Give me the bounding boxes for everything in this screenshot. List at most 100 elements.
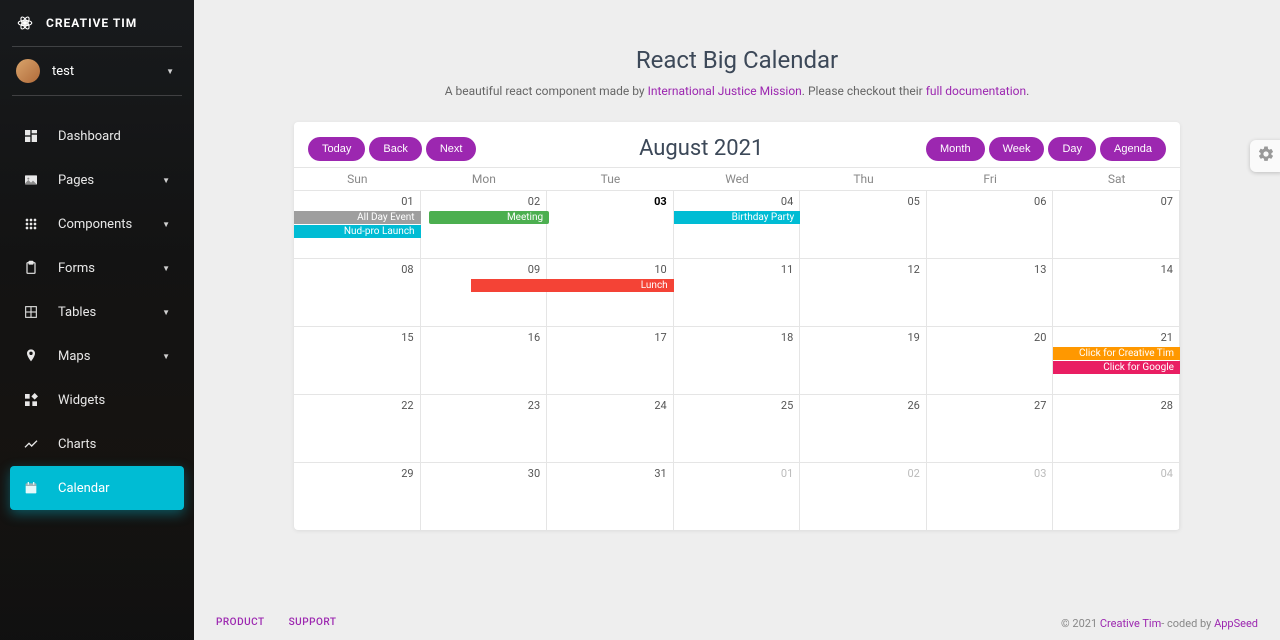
main: React Big Calendar A beautiful react com… <box>194 0 1280 640</box>
calendar-day[interactable]: 05 <box>800 191 927 258</box>
calendar-day[interactable]: 02 <box>800 463 927 530</box>
back-button[interactable]: Back <box>369 137 421 161</box>
dow-cell: Tue <box>547 168 674 190</box>
calendar-day[interactable]: 03 <box>547 191 674 258</box>
calendar-weeks: 01020304050607All Day EventMeetingNud-pr… <box>294 190 1180 530</box>
footer-link-product[interactable]: PRODUCT <box>216 617 265 630</box>
chevron-down-icon: ▼ <box>162 352 170 361</box>
calendar-day[interactable]: 25 <box>674 395 801 462</box>
sidebar-item-label: Widgets <box>58 393 105 408</box>
sidebar-item-maps[interactable]: Maps▼ <box>10 334 184 378</box>
day-of-week-header: SunMonTueWedThuFriSat <box>294 168 1180 190</box>
sidebar-item-charts[interactable]: Charts <box>10 422 184 466</box>
calendar-event[interactable]: Click for Google <box>1053 361 1180 374</box>
brand[interactable]: CREATIVE TIM <box>10 14 184 46</box>
subtitle-text: . <box>1026 84 1029 98</box>
sidebar-item-label: Charts <box>58 437 96 452</box>
chevron-down-icon: ▼ <box>162 308 170 317</box>
calendar-day[interactable]: 23 <box>421 395 548 462</box>
calendar-day[interactable]: 20 <box>927 327 1054 394</box>
today-button[interactable]: Today <box>308 137 365 161</box>
calendar-toolbar: Today Back Next August 2021 Month Week D… <box>294 136 1180 167</box>
user-menu[interactable]: test ▼ <box>10 47 184 95</box>
week-button[interactable]: Week <box>989 137 1045 161</box>
apps-icon <box>22 215 40 233</box>
calendar-day[interactable]: 12 <box>800 259 927 326</box>
calendar-day[interactable]: 07 <box>1053 191 1180 258</box>
calendar-event[interactable]: Birthday Party <box>674 211 801 224</box>
agenda-button[interactable]: Agenda <box>1100 137 1166 161</box>
calendar-day[interactable]: 08 <box>294 259 421 326</box>
calendar-day[interactable]: 28 <box>1053 395 1180 462</box>
chart-icon <box>22 435 40 453</box>
calendar-week: 15161718192021Click for Creative TimClic… <box>294 326 1180 394</box>
calendar-event[interactable]: Click for Creative Tim <box>1053 347 1180 360</box>
calendar-day[interactable]: 27 <box>927 395 1054 462</box>
view-buttons: Month Week Day Agenda <box>926 137 1166 161</box>
calendar-week: 01020304050607All Day EventMeetingNud-pr… <box>294 190 1180 258</box>
chevron-down-icon: ▼ <box>166 67 174 76</box>
calendar-day[interactable]: 02 <box>421 191 548 258</box>
sidebar-item-components[interactable]: Components▼ <box>10 202 184 246</box>
calendar-card: Today Back Next August 2021 Month Week D… <box>294 122 1180 530</box>
calendar-event[interactable]: Meeting <box>429 211 550 224</box>
calendar-day[interactable]: 04 <box>674 191 801 258</box>
calendar-day[interactable]: 06 <box>927 191 1054 258</box>
calendar-day[interactable]: 15 <box>294 327 421 394</box>
calendar-event[interactable]: All Day Event <box>294 211 421 224</box>
avatar <box>16 59 40 83</box>
subtitle-link-docs[interactable]: full documentation <box>926 84 1026 98</box>
calendar-day[interactable]: 29 <box>294 463 421 530</box>
calendar-event[interactable]: Nud-pro Launch <box>294 225 421 238</box>
sidebar-item-dashboard[interactable]: Dashboard <box>10 114 184 158</box>
calendar-day[interactable]: 31 <box>547 463 674 530</box>
sidebar-item-pages[interactable]: Pages▼ <box>10 158 184 202</box>
day-button[interactable]: Day <box>1048 137 1096 161</box>
footer-link-appseed[interactable]: AppSeed <box>1214 617 1258 630</box>
user-name: test <box>52 64 74 79</box>
calendar-day[interactable]: 17 <box>547 327 674 394</box>
footer-link-creative-tim[interactable]: Creative Tim <box>1100 617 1161 630</box>
sidebar-item-tables[interactable]: Tables▼ <box>10 290 184 334</box>
subtitle-link-ijm[interactable]: International Justice Mission <box>648 84 802 98</box>
sidebar-item-label: Pages <box>58 173 94 188</box>
footer-link-support[interactable]: SUPPORT <box>289 617 337 630</box>
month-button[interactable]: Month <box>926 137 985 161</box>
calendar-day[interactable]: 04 <box>1053 463 1180 530</box>
content: React Big Calendar A beautiful react com… <box>194 0 1280 607</box>
calendar-day[interactable]: 03 <box>927 463 1054 530</box>
calendar-day[interactable]: 13 <box>927 259 1054 326</box>
calendar-day[interactable]: 01 <box>674 463 801 530</box>
footer-copyright: © 2021 Creative Tim- coded by AppSeed <box>1061 617 1258 630</box>
pin-icon <box>22 347 40 365</box>
calendar-day[interactable]: 26 <box>800 395 927 462</box>
calendar-day[interactable]: 18 <box>674 327 801 394</box>
clipboard-icon <box>22 259 40 277</box>
next-button[interactable]: Next <box>426 137 477 161</box>
footer: PRODUCT SUPPORT © 2021 Creative Tim- cod… <box>194 607 1280 640</box>
calendar-grid: SunMonTueWedThuFriSat 01020304050607All … <box>294 167 1180 530</box>
chevron-down-icon: ▼ <box>162 220 170 229</box>
dow-cell: Fri <box>927 168 1054 190</box>
calendar-day[interactable]: 14 <box>1053 259 1180 326</box>
calendar-day[interactable]: 30 <box>421 463 548 530</box>
calendar-day[interactable]: 22 <box>294 395 421 462</box>
calendar-event[interactable]: Lunch <box>471 279 674 292</box>
sidebar-item-forms[interactable]: Forms▼ <box>10 246 184 290</box>
sidebar-item-calendar[interactable]: Calendar <box>10 466 184 510</box>
dow-cell: Sat <box>1053 168 1180 190</box>
subtitle-text: A beautiful react component made by <box>445 84 648 98</box>
calendar-day[interactable]: 09 <box>421 259 548 326</box>
calendar-day[interactable]: 11 <box>674 259 801 326</box>
calendar-day[interactable]: 16 <box>421 327 548 394</box>
sidebar-item-widgets[interactable]: Widgets <box>10 378 184 422</box>
footer-text: © 2021 <box>1061 617 1100 630</box>
gear-icon <box>1257 145 1275 167</box>
sidebar-item-label: Calendar <box>58 481 110 496</box>
settings-gear-button[interactable] <box>1250 140 1280 172</box>
calendar-day[interactable]: 19 <box>800 327 927 394</box>
calendar-day[interactable]: 24 <box>547 395 674 462</box>
sidebar-item-label: Forms <box>58 261 95 276</box>
calendar-day[interactable]: 10 <box>547 259 674 326</box>
grid-icon <box>22 303 40 321</box>
